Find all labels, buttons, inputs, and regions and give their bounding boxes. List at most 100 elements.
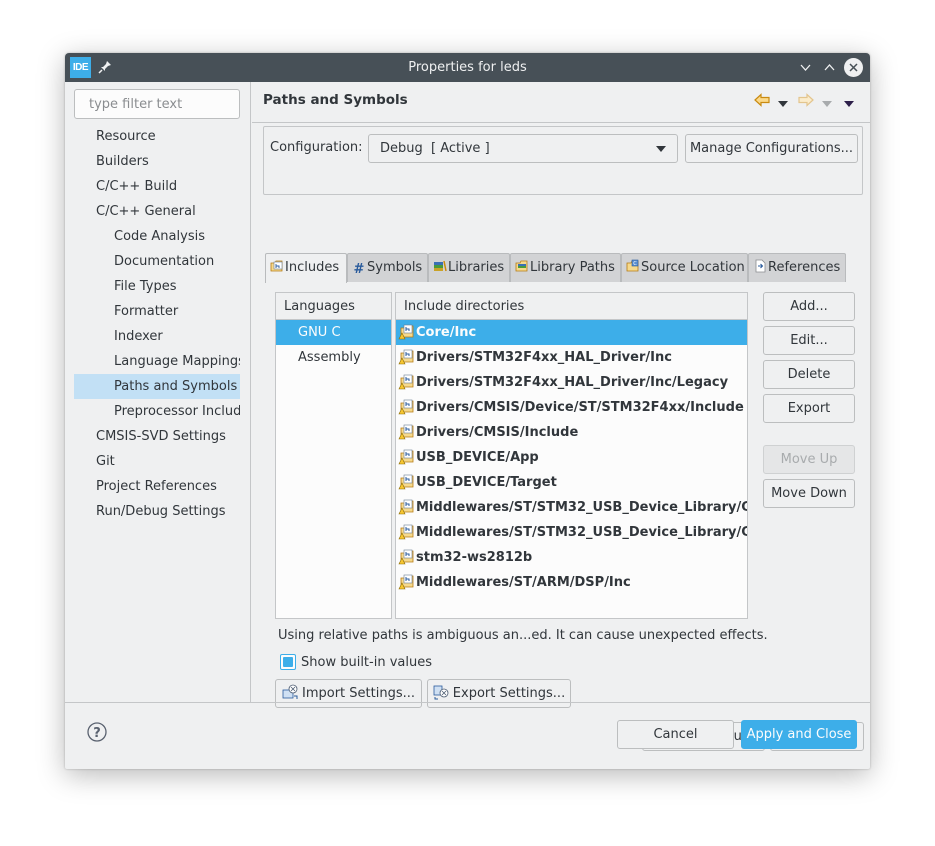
include-directories-list: Include directories Core/Inc Drivers/STM… (395, 292, 748, 619)
tree-item-documentation[interactable]: Documentation (74, 249, 240, 274)
properties-dialog: IDE Properties for leds Resource Builder… (65, 53, 870, 769)
tree-item-paths-and-symbols[interactable]: Paths and Symbols (74, 374, 240, 399)
tree-item-file-types[interactable]: File Types (74, 274, 240, 299)
tree-item-git[interactable]: Git (74, 449, 240, 474)
tree-item-language-mappings[interactable]: Language Mappings (74, 349, 240, 374)
cancel-button[interactable]: Cancel (617, 720, 734, 749)
delete-button[interactable]: Delete (763, 360, 855, 389)
languages-list: Languages GNU C Assembly (275, 292, 392, 619)
library-paths-icon (515, 256, 529, 272)
source-folder-icon: C (626, 256, 640, 272)
tree-item-cpp-general[interactable]: C/C++ General (74, 199, 240, 224)
include-folder-warning-icon (398, 423, 415, 440)
include-dir-row[interactable]: Drivers/CMSIS/Include (396, 420, 747, 445)
tab-symbols-label: Symbols (367, 260, 423, 275)
import-settings-label: Import Settings... (302, 686, 415, 701)
include-dir-row[interactable]: stm32-ws2812b (396, 545, 747, 570)
apply-and-close-button[interactable]: Apply and Close (741, 720, 857, 749)
include-dir-path: Middlewares/ST/STM32_USB_Device_Library/… (416, 500, 747, 515)
view-menu-icon[interactable] (844, 97, 854, 112)
include-dir-row[interactable]: Core/Inc (396, 320, 747, 345)
move-up-button: Move Up (763, 445, 855, 474)
tab-includes-label: Includes (285, 260, 340, 275)
export-settings-button[interactable]: Export Settings... (427, 679, 571, 708)
tree-item-preprocessor-include[interactable]: Preprocessor Include (74, 399, 240, 424)
tab-library-paths[interactable]: Library Paths (510, 253, 621, 282)
include-dir-path: Drivers/STM32F4xx_HAL_Driver/Inc (416, 350, 672, 365)
filter-input[interactable] (74, 89, 240, 119)
include-dir-row[interactable]: Drivers/STM32F4xx_HAL_Driver/Inc/Legacy (396, 370, 747, 395)
edit-button[interactable]: Edit... (763, 326, 855, 355)
languages-header: Languages (276, 293, 391, 320)
configuration-group: Configuration: Debug [ Active ] Manage C… (263, 126, 863, 195)
page-title: Paths and Symbols (263, 92, 408, 108)
svg-text:C: C (633, 261, 637, 267)
show-builtin-values-label: Show built-in values (301, 655, 432, 670)
include-dir-path: USB_DEVICE/App (416, 450, 539, 465)
maximize-button[interactable] (820, 58, 839, 77)
back-arrow-icon[interactable] (754, 93, 770, 111)
dropdown-caret-icon (656, 146, 666, 152)
include-dir-row[interactable]: Drivers/STM32F4xx_HAL_Driver/Inc (396, 345, 747, 370)
include-folder-warning-icon (398, 473, 415, 490)
manage-configurations-button[interactable]: Manage Configurations... (685, 134, 858, 163)
configuration-select[interactable]: Debug [ Active ] (368, 134, 678, 163)
include-folder-warning-icon (398, 323, 415, 340)
tree-item-project-references[interactable]: Project References (74, 474, 240, 499)
language-item-assembly[interactable]: Assembly (276, 345, 391, 370)
references-icon (753, 256, 767, 273)
checkbox-checked[interactable] (280, 654, 296, 670)
move-down-button[interactable]: Move Down (763, 479, 855, 508)
property-page-tree-pane: Resource Builders C/C++ Build C/C++ Gene… (65, 82, 251, 702)
tree-item-formatter[interactable]: Formatter (74, 299, 240, 324)
tree-item-cpp-build[interactable]: C/C++ Build (74, 174, 240, 199)
export-button[interactable]: Export (763, 394, 855, 423)
include-dir-path: Drivers/CMSIS/Include (416, 425, 579, 440)
tab-includes[interactable]: Includes (265, 253, 347, 283)
include-dir-path: Drivers/CMSIS/Device/ST/STM32F4xx/Includ… (416, 400, 744, 415)
add-button[interactable]: Add... (763, 292, 855, 321)
close-button[interactable] (844, 58, 863, 77)
include-folder-warning-icon (398, 348, 415, 365)
include-dir-row[interactable]: USB_DEVICE/App (396, 445, 747, 470)
language-item-gnu-c[interactable]: GNU C (276, 320, 391, 345)
tree-item-code-analysis[interactable]: Code Analysis (74, 224, 240, 249)
title-bar[interactable]: IDE Properties for leds (65, 53, 870, 82)
tab-libraries[interactable]: Libraries (428, 253, 510, 282)
relative-paths-warning: Using relative paths is ambiguous an...e… (278, 628, 768, 643)
minimize-button[interactable] (796, 58, 815, 77)
configuration-label: Configuration: (270, 140, 363, 155)
hash-icon: # (353, 262, 365, 277)
tab-source-location-label: Source Location (641, 260, 745, 275)
tab-source-location[interactable]: C Source Location (621, 253, 748, 282)
tab-references-label: References (768, 260, 841, 275)
include-folder-warning-icon (398, 448, 415, 465)
tree-item-indexer[interactable]: Indexer (74, 324, 240, 349)
tree-item-builders[interactable]: Builders (74, 149, 240, 174)
include-dir-row[interactable]: USB_DEVICE/Target (396, 470, 747, 495)
tab-references[interactable]: References (748, 253, 846, 282)
include-dir-row[interactable]: Drivers/CMSIS/Device/ST/STM32F4xx/Includ… (396, 395, 747, 420)
help-icon[interactable]: ? (87, 722, 107, 742)
back-menu-caret-icon[interactable] (778, 97, 788, 112)
include-dir-row[interactable]: Middlewares/ST/STM32_USB_Device_Library/… (396, 495, 747, 520)
tree-item-cmsis-svd-settings[interactable]: CMSIS-SVD Settings (74, 424, 240, 449)
tab-symbols[interactable]: # Symbols (347, 253, 428, 282)
import-settings-button[interactable]: Import Settings... (275, 679, 422, 708)
include-folder-warning-icon (398, 573, 415, 590)
libraries-icon (433, 256, 447, 272)
include-dir-path: Drivers/STM32F4xx_HAL_Driver/Inc/Legacy (416, 375, 729, 390)
forward-arrow-icon[interactable] (798, 93, 814, 111)
include-dir-row[interactable]: Middlewares/ST/STM32_USB_Device_Library/… (396, 520, 747, 545)
include-folder-warning-icon (398, 373, 415, 390)
tree-item-run-debug-settings[interactable]: Run/Debug Settings (74, 499, 240, 524)
include-dir-row[interactable]: Middlewares/ST/ARM/DSP/Inc (396, 570, 747, 595)
include-dir-path: Middlewares/ST/ARM/DSP/Inc (416, 575, 631, 590)
include-dir-path: Middlewares/ST/STM32_USB_Device_Library/… (416, 525, 747, 540)
footer-divider (65, 702, 870, 703)
svg-text:?: ? (93, 726, 101, 741)
forward-menu-caret-icon (822, 97, 832, 112)
tree-item-resource[interactable]: Resource (74, 124, 240, 149)
include-dir-path: Core/Inc (416, 325, 477, 340)
tab-libraries-label: Libraries (448, 260, 505, 275)
